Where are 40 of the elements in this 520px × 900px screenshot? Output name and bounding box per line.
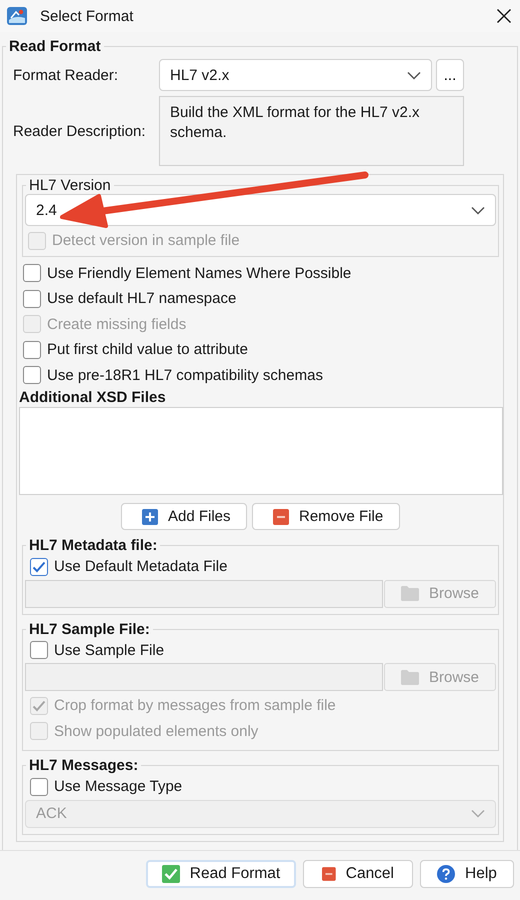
checkbox[interactable]: Put first child value to attribute — [22, 337, 499, 362]
help-icon — [437, 864, 456, 882]
checkbox[interactable]: Use Default Metadata File — [29, 554, 492, 580]
minus-icon — [273, 508, 289, 524]
checkmark-icon — [162, 864, 180, 882]
group-heading: HL7 Sample File: — [29, 620, 150, 638]
checkmark-icon — [32, 560, 46, 573]
add-files-button[interactable]: Add Files — [121, 503, 247, 530]
checkmark-icon — [32, 700, 46, 712]
field-label: Format Reader: — [12, 66, 120, 84]
checkbox[interactable]: Use default HL7 namespace — [22, 286, 499, 312]
folder-icon — [400, 670, 419, 684]
file-path-field[interactable] — [25, 663, 383, 691]
help-button[interactable]: Help — [420, 860, 514, 888]
file-list[interactable] — [19, 407, 503, 495]
remove-file-button[interactable]: Remove File — [252, 503, 400, 530]
chevron-down-icon — [471, 809, 485, 818]
group-heading: Read Format — [9, 38, 101, 55]
app-icon — [6, 6, 28, 26]
cancel-button[interactable]: Cancel — [303, 860, 413, 888]
read-format-button[interactable]: Read Format — [146, 860, 296, 888]
format-reader-dropdown[interactable]: HL7 v2.x — [159, 59, 432, 91]
section-heading: Additional XSD Files — [19, 389, 167, 406]
chevron-down-icon — [407, 70, 421, 80]
group-heading: HL7 Metadata file: — [29, 537, 158, 554]
checkbox[interactable]: Use Friendly Element Names Where Possible — [22, 260, 499, 286]
checkbox[interactable]: Use pre-18R1 HL7 compatibility schemas — [22, 362, 499, 388]
window-title: Select Format — [40, 8, 134, 24]
checkbox[interactable]: Use Sample File — [29, 638, 492, 663]
folder-icon — [400, 586, 419, 601]
more-button[interactable]: ... — [436, 59, 464, 91]
plus-icon — [142, 508, 158, 524]
close-icon[interactable] — [496, 8, 512, 24]
group-heading: HL7 Version — [29, 177, 111, 194]
minus-icon — [322, 866, 336, 882]
group-heading: HL7 Messages: — [29, 757, 138, 774]
file-path-field[interactable] — [25, 580, 383, 608]
chevron-down-icon — [471, 206, 485, 214]
description-box: Build the XML format for the HL7 v2.x schema. — [159, 96, 464, 166]
field-label: Reader Description: — [12, 122, 147, 140]
